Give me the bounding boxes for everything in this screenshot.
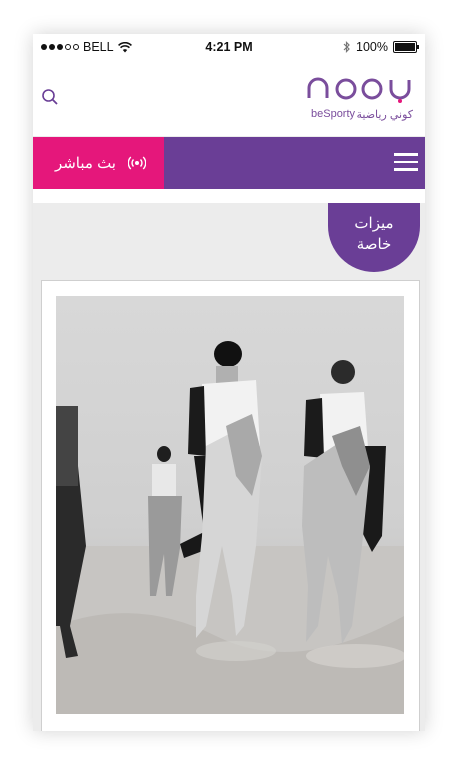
battery-icon	[393, 41, 419, 53]
article-photo[interactable]	[56, 296, 404, 714]
special-features-tab[interactable]: ميزات خاصة	[328, 203, 420, 272]
live-stream-label: بث مباشر	[54, 155, 116, 172]
live-stream-button[interactable]: بث مباشر	[33, 137, 164, 193]
bluetooth-icon	[343, 41, 350, 53]
battery-percent: 100%	[356, 40, 388, 54]
nav-bar: بث مباشر	[33, 137, 425, 193]
phone-screen: BELL 4:21 PM 100% beSporty كوني رياضية ب…	[33, 34, 425, 731]
search-icon[interactable]	[41, 88, 59, 106]
app-header: beSporty كوني رياضية	[33, 60, 425, 136]
special-features-line2: خاصة	[356, 236, 392, 253]
article-card[interactable]	[41, 280, 420, 731]
special-features-line1: ميزات	[354, 215, 394, 232]
horse-riders-photo	[56, 296, 404, 714]
broadcast-icon	[128, 156, 146, 170]
logo-mark	[307, 77, 411, 103]
logo-text-en: beSporty	[311, 108, 356, 120]
hamburger-menu-icon[interactable]	[394, 153, 418, 173]
status-right: 100%	[343, 40, 419, 54]
status-bar: BELL 4:21 PM 100%	[33, 34, 425, 60]
besporty-logo[interactable]: beSporty كوني رياضية	[305, 74, 417, 124]
nav-underline	[33, 189, 425, 203]
logo-text-ar: كوني رياضية	[356, 109, 414, 121]
